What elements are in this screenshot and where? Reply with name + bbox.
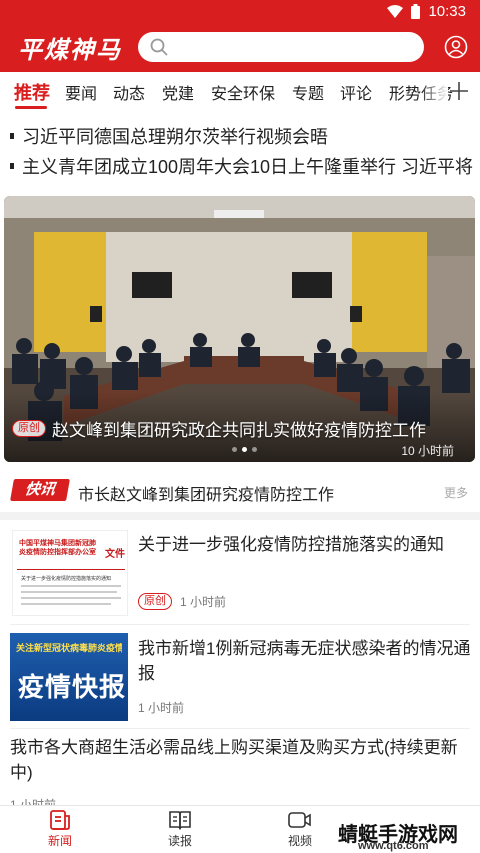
news-title[interactable]: 关于进一步强化疫情防控措施落实的通知 — [138, 532, 468, 557]
watermark-url: www.qt6.com — [358, 840, 429, 852]
news-meta: 1 小时前 — [138, 699, 184, 716]
tab-recommend[interactable]: 推荐 — [14, 79, 50, 105]
thumb-top-text: 关注新型冠状病毒肺炎疫情 — [16, 643, 122, 653]
wifi-icon — [387, 4, 404, 18]
app-logo[interactable]: 平煤神马 — [18, 30, 122, 65]
tab-dynamics[interactable]: 动态 — [113, 80, 145, 104]
tab-safety[interactable]: 安全环保 — [211, 80, 275, 104]
nav-video[interactable]: 视频 — [270, 810, 330, 849]
flash-badge: 快讯 — [10, 479, 70, 501]
hero-timestamp: 10 小时前 — [401, 444, 454, 458]
video-icon — [288, 812, 311, 828]
profile-icon[interactable] — [444, 35, 468, 59]
more-link[interactable]: 更多 — [444, 484, 468, 501]
original-badge: 原创 — [12, 420, 46, 437]
original-badge: 原创 — [138, 593, 172, 610]
nav-newspaper-label: 读报 — [167, 834, 192, 848]
flash-text[interactable]: 市长赵文峰到集团研究疫情防控工作 — [78, 481, 334, 505]
doc-header: 中国平煤神马集团新冠肺炎疫情防控指挥部办公室 — [19, 540, 96, 556]
carousel-indicator[interactable] — [232, 447, 257, 452]
thumb-main-text: 疫情快报 — [18, 672, 127, 702]
nav-newspaper[interactable]: 读报 — [150, 810, 210, 849]
news-timestamp: 1 小时前 — [180, 595, 227, 609]
doc-label: 文件 — [105, 549, 125, 560]
news-meta: 原创 1 小时前 — [138, 593, 226, 610]
tab-active-indicator — [15, 106, 47, 109]
doc-subtitle: 关于进一步强化疫情防控措施落实的通知 — [21, 576, 112, 582]
status-bar: 10:33 — [0, 0, 480, 24]
nav-video-label: 视频 — [287, 834, 312, 848]
news-thumbnail-document[interactable]: 中国平煤神马集团新冠肺炎疫情防控指挥部办公室 文件 关于进一步强化疫情防控措施落… — [12, 530, 128, 616]
news-timestamp: 1 小时前 — [138, 701, 185, 715]
tab-party[interactable]: 党建 — [162, 80, 194, 104]
news-title[interactable]: 我市新增1例新冠病毒无症状感染者的情况通报 — [138, 636, 472, 686]
headline-text: 主义青年团成立100周年大会10日上午隆重举行 习近平将 — [22, 157, 474, 177]
headline-text: 习近平同德国总理朔尔茨举行视频会晤 — [22, 127, 328, 147]
headline-item[interactable]: 主义青年团成立100周年大会10日上午隆重举行 习近平将 — [10, 153, 473, 179]
news-title[interactable]: 我市各大商超生活必需品线上购买渠道及购买方式(持续更新中) — [10, 735, 472, 785]
headline-item[interactable]: 习近平同德国总理朔尔茨举行视频会晤 — [10, 123, 328, 149]
battery-icon — [411, 4, 421, 19]
add-channel-icon[interactable] — [448, 80, 470, 102]
flash-news-bar[interactable]: 快讯 市长赵文峰到集团研究疫情防控工作 更多 — [0, 470, 480, 510]
hero-caption: 原创 赵文峰到集团研究政企共同扎实做好疫情防控工作 — [12, 416, 426, 441]
nav-news[interactable]: 新闻 — [30, 810, 90, 849]
tab-comment[interactable]: 评论 — [340, 80, 372, 104]
news-thumbnail-epidemic[interactable]: 关注新型冠状病毒肺炎疫情 疫情快报 — [10, 633, 128, 721]
tab-special[interactable]: 专题 — [292, 80, 324, 104]
book-icon — [169, 811, 191, 830]
status-time: 10:33 — [428, 3, 466, 20]
category-tabs: 推荐 要闻 动态 党建 安全环保 专题 评论 形势任务 — [0, 72, 480, 110]
search-input[interactable] — [138, 32, 424, 62]
nav-news-label: 新闻 — [47, 834, 72, 848]
hero-title[interactable]: 赵文峰到集团研究政企共同扎实做好疫情防控工作 — [52, 416, 426, 441]
news-icon — [50, 810, 70, 830]
search-icon — [150, 38, 168, 56]
tab-news[interactable]: 要闻 — [65, 80, 97, 104]
app-header: 10:33 平煤神马 — [0, 0, 480, 72]
